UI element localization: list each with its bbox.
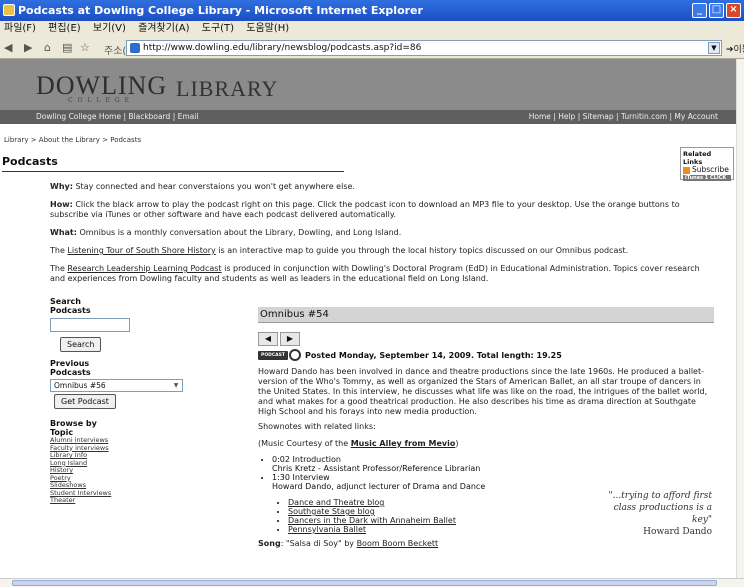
menu-file[interactable]: 파일(F) <box>4 23 36 34</box>
url-input[interactable]: http://www.dowling.edu/library/newsblog/… <box>126 40 722 56</box>
search-heading: Search Podcasts <box>50 297 91 315</box>
site-header: DOWLING COLLEGE LIBRARY <box>0 59 736 110</box>
page-title: Podcasts <box>2 155 344 172</box>
posted-line: PODCAST Posted Monday, September 14, 200… <box>258 348 714 364</box>
what-paragraph: What: Omnibus is a monthly conversation … <box>50 228 402 237</box>
research-paragraph: The Research Leadership Learning Podcast… <box>50 264 700 283</box>
breadcrumb-current: Podcasts <box>110 136 142 144</box>
browse-heading: Browse by Topic <box>50 419 97 437</box>
listening-tour-link[interactable]: Listening Tour of South Shore History <box>67 246 215 255</box>
related-heading: Related Links <box>683 150 712 166</box>
back-icon[interactable]: ◀ <box>4 41 12 54</box>
podcast-download-icon[interactable]: PODCAST <box>258 351 288 360</box>
maximize-button[interactable]: □ <box>709 3 724 18</box>
music-credit: (Music Courtesy of the Music Alley from … <box>258 439 459 448</box>
song-credit: Song: "Salsa di Soy" by Boom Boom Becket… <box>258 539 439 548</box>
research-podcast-link[interactable]: Research Leadership Learning Podcast <box>67 264 221 273</box>
sidebar: Search Podcasts Search Previous Podcasts O… <box>50 297 200 505</box>
minimize-button[interactable]: _ <box>692 3 707 18</box>
tour-paragraph: The Listening Tour of South Shore Histor… <box>50 246 629 255</box>
go-button[interactable]: ➔이동 <box>726 42 744 55</box>
url-text: http://www.dowling.edu/library/newsblog/… <box>143 43 422 53</box>
page-favicon-icon <box>130 43 140 53</box>
get-podcast-button[interactable]: Get Podcast <box>54 394 116 409</box>
itunes-button[interactable]: iTunes 1 CLICK <box>683 175 731 181</box>
menu-view[interactable]: 보기(V) <box>93 23 126 34</box>
list-item: 0:02 IntroductionChris Kretz - Assistant… <box>272 455 714 473</box>
page-icon[interactable]: ▤ <box>62 41 72 54</box>
how-paragraph: How: Click the black arrow to play the p… <box>50 200 680 219</box>
play-button[interactable]: ▶ <box>280 332 300 346</box>
chevron-down-icon: ▼ <box>173 382 179 389</box>
topic-list: Alumni interviews Faculty interviews Lib… <box>50 436 200 505</box>
menu-help[interactable]: 도움말(H) <box>246 23 289 34</box>
search-button[interactable]: Search <box>60 337 102 352</box>
title-bar: Podcasts at Dowling College Library - Mi… <box>0 0 744 21</box>
topic-link[interactable]: History <box>50 466 200 475</box>
topic-link[interactable]: Theater <box>50 496 200 505</box>
forward-icon[interactable]: ▶ <box>24 41 32 54</box>
menu-favorites[interactable]: 즐겨찾기(A) <box>138 23 189 34</box>
southgate-stage-blog-link[interactable]: Southgate Stage blog <box>288 507 375 516</box>
horizontal-scrollbar[interactable] <box>0 578 744 587</box>
music-alley-link[interactable]: Music Alley from Mevio <box>351 439 456 448</box>
podcast-signal-icon <box>289 349 301 361</box>
vertical-scrollbar[interactable] <box>736 59 744 578</box>
previous-heading: Previous Podcasts <box>50 359 91 377</box>
rss-icon <box>683 166 690 174</box>
shownotes-label: Shownotes with related links: <box>258 422 376 431</box>
pull-quote: "...trying to afford first class product… <box>608 491 712 537</box>
logo-college: COLLEGE <box>68 97 135 104</box>
menu-tools[interactable]: 도구(T) <box>202 23 234 34</box>
favorites-star-icon[interactable]: ☆ <box>80 41 90 54</box>
pennsylvania-ballet-link[interactable]: Pennsylvania Ballet <box>288 525 366 534</box>
audio-player: ◀ ▶ <box>258 332 714 346</box>
scrollbar-thumb[interactable] <box>12 580 717 586</box>
window-title: Podcasts at Dowling College Library - Mi… <box>18 4 423 17</box>
nav-left-links[interactable]: Dowling College Home | Blackboard | Emai… <box>36 110 198 124</box>
nav-right-links[interactable]: Home | Help | Sitemap | Turnitin.com | M… <box>529 110 718 124</box>
list-item: 1:30 InterviewHoward Dando, adjunct lect… <box>272 473 714 491</box>
site-nav: Dowling College Home | Blackboard | Emai… <box>0 110 736 124</box>
browser-window: Podcasts at Dowling College Library - Mi… <box>0 0 744 587</box>
subscribe-link[interactable]: Subscribe <box>683 166 731 174</box>
song-artist-link[interactable]: Boom Boom Beckett <box>357 539 439 548</box>
home-icon[interactable]: ⌂ <box>44 41 51 54</box>
dropdown-arrow-icon[interactable]: ▼ <box>708 42 720 54</box>
related-links-box: Related Links Subscribe iTunes 1 CLICK <box>680 147 734 181</box>
shownotes-list: 0:02 IntroductionChris Kretz - Assistant… <box>272 455 714 491</box>
ie-icon <box>3 4 15 16</box>
why-paragraph: Why: Stay connected and hear converstaio… <box>50 182 355 191</box>
episode-description: Howard Dando has been involved in dance … <box>258 367 708 416</box>
page-content: DOWLING COLLEGE LIBRARY Dowling College … <box>0 59 736 578</box>
menu-edit[interactable]: 편집(E) <box>48 23 81 34</box>
episode-panel: Omnibus #54 ◀ ▶ PODCAST Posted Monday, S… <box>258 307 714 549</box>
search-input[interactable] <box>50 318 130 332</box>
breadcrumb-path[interactable]: Library > About the Library > <box>4 136 110 144</box>
previous-podcast-select[interactable]: Omnibus #56 ▼ <box>50 379 183 392</box>
menu-bar: 파일(F) 편집(E) 보기(V) 즐겨찾기(A) 도구(T) 도움말(H) <box>0 21 744 37</box>
rewind-button[interactable]: ◀ <box>258 332 278 346</box>
episode-title: Omnibus #54 <box>258 307 714 323</box>
address-bar: ◀ ▶ ⌂ ▤ ☆ 주소(D) http://www.dowling.edu/l… <box>0 37 744 59</box>
close-button[interactable]: × <box>726 3 741 18</box>
dance-theatre-blog-link[interactable]: Dance and Theatre blog <box>288 498 384 507</box>
breadcrumb: Library > About the Library > Podcasts <box>4 136 141 144</box>
library-wordmark: LIBRARY <box>176 76 279 101</box>
annaheim-ballet-link[interactable]: Dancers in the Dark with Annaheim Ballet <box>288 516 456 525</box>
